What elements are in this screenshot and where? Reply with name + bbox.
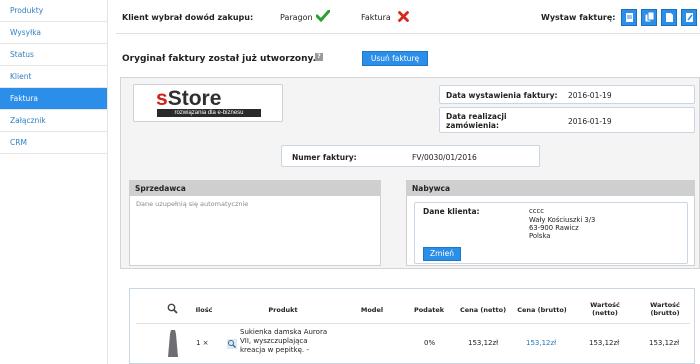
invoice-number-panel: Numer faktury: FV/0030/01/2016 [281, 145, 540, 167]
row-product-line3[interactable]: kreacja w pepitkę. - [240, 346, 309, 354]
seller-panel: Sprzedawca Dane uzupełnią się automatycz… [129, 180, 381, 266]
products-table: Ilość Produkt Model Podatek Cena (netto)… [129, 288, 695, 364]
row-value-net: 153,12zł [589, 339, 620, 347]
col-value-net-2: (netto) [592, 309, 618, 317]
realization-date-value: 2016-01-19 [568, 117, 612, 126]
sidebar-item-zalacznik[interactable]: Załącznik [0, 110, 107, 132]
row-net-price: 153,12zł [468, 339, 499, 347]
logo-s: s [156, 87, 168, 110]
realization-date-label-2: zamówienia: [446, 121, 499, 130]
buyer-title: Nabywca [407, 181, 694, 196]
main-content: Klient wybrał dowód zakupu: Paragon Fakt… [108, 0, 700, 364]
client-country: Polska [529, 232, 551, 240]
col-value-net-1: Wartość [590, 301, 620, 309]
logo-store: Store [167, 87, 222, 110]
row-gross-price[interactable]: 153,12zł [526, 339, 556, 347]
delete-invoice-button[interactable]: Usuń fakturę [362, 51, 428, 66]
client-data-box: Dane klienta: cccc Wały Kościuszki 3/3 6… [414, 202, 688, 264]
copy-icon [644, 11, 655, 23]
file-icon [666, 13, 673, 22]
seller-auto-text: Dane uzupełnią się automatycznie [136, 200, 249, 208]
store-logo: sStore rozwiązania dla e-biznesu [133, 84, 283, 122]
invoice-number-value: FV/0030/01/2016 [412, 153, 477, 162]
col-product: Produkt [268, 306, 298, 314]
issue-date-panel: Data wystawienia faktury: 2016-01-19 [439, 85, 695, 104]
invoice-document-button[interactable] [621, 9, 637, 26]
paragon-label: Paragon [280, 13, 313, 22]
faktura-label: Faktura [361, 13, 391, 22]
invoice-blank-button[interactable] [661, 9, 677, 26]
sidebar-item-produkty[interactable]: Produkty [0, 0, 107, 22]
col-tax: Podatek [413, 306, 445, 314]
client-name: cccc [529, 207, 544, 215]
col-gross-price: Cena (brutto) [517, 306, 567, 314]
help-icon[interactable]: ? [315, 53, 323, 61]
sidebar-item-klient[interactable]: Klient [0, 66, 107, 88]
original-created-text: Oryginał faktury został już utworzony. [122, 54, 316, 64]
col-qty: Ilość [195, 306, 213, 314]
seller-title: Sprzedawca [130, 181, 380, 196]
product-thumbnail[interactable] [166, 329, 180, 359]
row-tax: 0% [424, 339, 436, 347]
sidebar-item-wysylka[interactable]: Wysyłka [0, 22, 107, 44]
realization-date-label-1: Data realizacji [446, 112, 507, 121]
col-value-gross-2: (brutto) [650, 309, 680, 317]
check-icon [316, 10, 330, 22]
invoice-copy-button[interactable] [641, 9, 657, 26]
row-product-line2[interactable]: VII, wyszczuplająca [240, 337, 308, 345]
client-street: Wały Kościuszki 3/3 [529, 216, 596, 224]
divider [116, 33, 700, 34]
edit-document-icon [686, 13, 693, 22]
product-zoom-icon[interactable] [227, 339, 237, 349]
search-icon [167, 303, 178, 314]
row-product-line1[interactable]: Sukienka damska Aurora [240, 328, 327, 336]
client-data-label: Dane klienta: [423, 207, 480, 216]
issue-invoice-label: Wystaw fakturę: [541, 13, 616, 22]
col-value-gross-1: Wartość [650, 301, 680, 309]
sidebar: Produkty Wysyłka Status Klient Faktura Z… [0, 0, 108, 364]
buyer-panel: Nabywca Dane klienta: cccc Wały Kościusz… [406, 180, 695, 266]
col-net-price: Cena (netto) [459, 306, 507, 314]
realization-date-panel: Data realizacji zamówienia: 2016-01-19 [439, 107, 695, 133]
row-value-gross: 153,12zł [649, 339, 680, 347]
invoice-correction-button[interactable] [681, 9, 697, 26]
issue-date-value: 2016-01-19 [568, 91, 612, 100]
issue-date-label: Data wystawienia faktury: [446, 91, 558, 100]
invoice-number-label: Numer faktury: [292, 153, 357, 162]
table-header-divider [136, 323, 690, 324]
client-city: 63-900 Rawicz [529, 224, 579, 232]
change-client-button[interactable]: Zmień [423, 247, 461, 261]
cross-icon [398, 11, 409, 22]
document-icon [626, 13, 633, 22]
sidebar-item-crm[interactable]: CRM [0, 132, 107, 154]
sidebar-item-status[interactable]: Status [0, 44, 107, 66]
col-model: Model [360, 306, 384, 314]
proof-label: Klient wybrał dowód zakupu: [122, 13, 254, 22]
logo-tagline: rozwiązania dla e-biznesu [157, 109, 261, 117]
sidebar-item-faktura[interactable]: Faktura [0, 88, 107, 110]
row-qty: 1 × [196, 339, 209, 347]
